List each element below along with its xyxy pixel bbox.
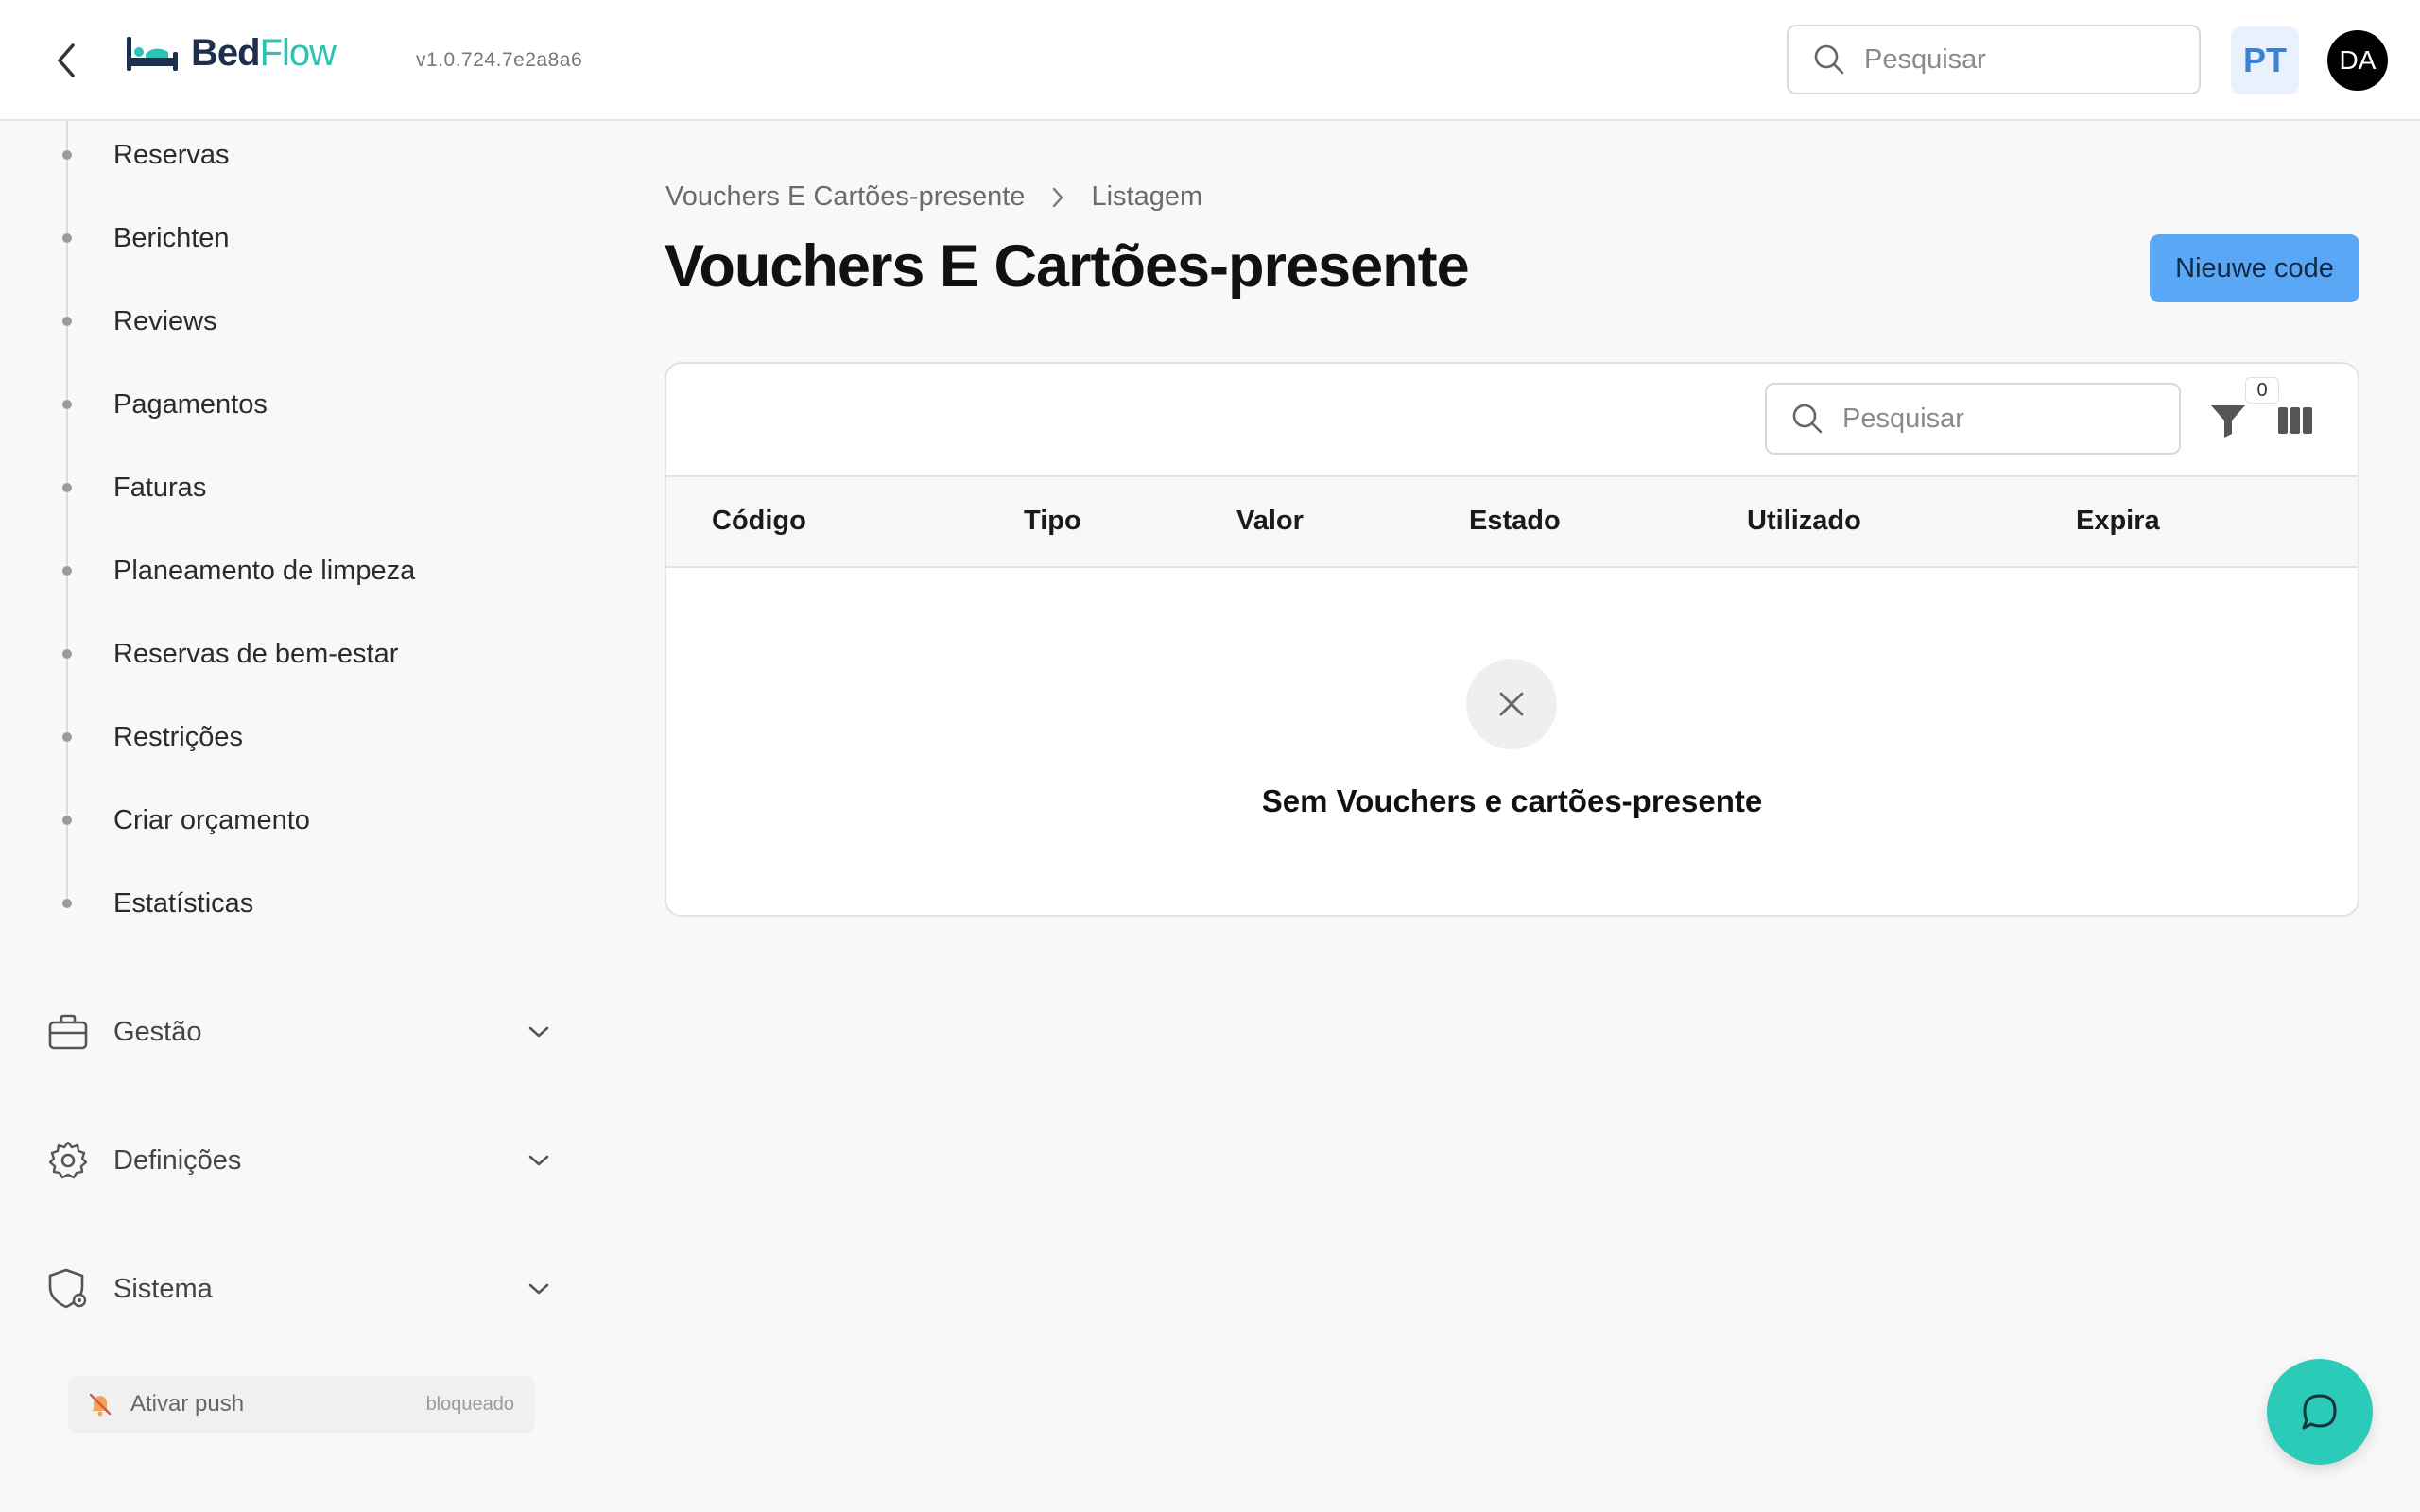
bullet [62,317,72,326]
new-code-button[interactable]: Nieuwe code [2150,234,2360,302]
sidebar-item-faturas[interactable]: Faturas [0,459,529,516]
sidebar-group-label: Gestão [113,1016,202,1047]
sidebar-item-label: Reservas de bem-estar [113,638,399,669]
bullet [62,816,72,825]
back-button[interactable] [45,38,87,83]
chevron-down-icon [526,1276,552,1302]
sidebar-item-label: Berichten [113,222,230,253]
sidebar-item-label: Planeamento de limpeza [113,555,416,586]
empty-state-icon [1466,659,1557,749]
sidebar-item-label: Restrições [113,721,243,752]
breadcrumb: Vouchers E Cartões-presente Listagem [666,181,1202,213]
gear-icon [45,1138,91,1183]
sidebar-group-definicoes[interactable]: Definições [45,1126,556,1194]
column-header-valor[interactable]: Valor [1236,506,1304,537]
filter-icon[interactable] [2207,400,2249,441]
bullet [62,566,72,576]
enable-push-button[interactable]: Ativar push bloqueado [68,1376,535,1433]
column-header-codigo[interactable]: Código [712,506,806,537]
sidebar: Reservas Berichten Reviews Pagamentos Fa… [0,121,605,1512]
sidebar-item-label: Criar orçamento [113,804,310,835]
sidebar-group-gestao[interactable]: Gestão [45,998,556,1066]
chevron-left-icon [58,43,75,77]
bullet [62,483,72,492]
bed-logo-icon [127,36,178,71]
sidebar-item-restricoes[interactable]: Restrições [0,709,529,765]
bullet [62,732,72,742]
briefcase-icon [45,1009,91,1055]
sidebar-item-reservas-bem-estar[interactable]: Reservas de bem-estar [0,626,529,682]
sidebar-item-criar-orcamento[interactable]: Criar orçamento [0,792,529,849]
sidebar-item-reservas[interactable]: Reservas [0,127,529,183]
sidebar-group-label: Definições [113,1144,242,1176]
push-label: Ativar push [130,1391,245,1417]
bullet [62,400,72,409]
sidebar-group-sistema[interactable]: Sistema [45,1255,556,1323]
bedflow-logo[interactable]: BedFlow [125,32,337,75]
sidebar-item-berichten[interactable]: Berichten [0,210,529,266]
chat-bubble-icon [2302,1394,2337,1430]
table-search-input[interactable] [1841,402,2147,436]
search-icon [1792,404,1823,434]
global-search[interactable] [1787,25,2201,94]
sidebar-group-label: Sistema [113,1273,213,1304]
top-bar: BedFlow v1.0.724.7e2a8a6 PT DA [0,0,2420,121]
sidebar-item-estatisticas[interactable]: Estatísticas [0,875,529,932]
bell-off-icon [89,1393,112,1417]
table-header: Código Tipo Valor Estado Utilizado Expir… [666,475,2358,568]
bullet [62,899,72,908]
sidebar-item-reviews[interactable]: Reviews [0,293,529,350]
chevron-right-icon [1053,187,1063,207]
bullet [62,233,72,243]
vouchers-table-card: 0 Código Tipo Valor Estado Utilizado Exp… [665,362,2360,917]
filter-count-badge: 0 [2245,377,2279,404]
search-icon [1814,44,1844,75]
sidebar-item-label: Estatísticas [113,887,254,919]
sidebar-item-planeamento-limpeza[interactable]: Planeamento de limpeza [0,542,529,599]
page-title: Vouchers E Cartões-presente [665,233,1470,300]
table-search[interactable] [1765,383,2181,455]
sidebar-item-label: Faturas [113,472,207,503]
column-header-tipo[interactable]: Tipo [1024,506,1081,537]
columns-icon[interactable] [2276,402,2314,439]
sidebar-item-pagamentos[interactable]: Pagamentos [0,376,529,433]
close-icon [1499,692,1524,716]
chat-button[interactable] [2267,1359,2373,1465]
shield-gear-icon [45,1266,91,1312]
logo-text: BedFlow [191,32,337,74]
column-header-utilizado[interactable]: Utilizado [1747,506,1861,537]
bullet [62,150,72,160]
sidebar-item-label: Reservas [113,139,230,170]
chevron-down-icon [526,1019,552,1045]
empty-state-text: Sem Vouchers e cartões-presente [1261,783,1763,818]
column-header-estado[interactable]: Estado [1469,506,1561,537]
chevron-down-icon [526,1147,552,1174]
sidebar-item-label: Pagamentos [113,388,268,420]
language-selector[interactable]: PT [2231,26,2299,94]
breadcrumb-item-vouchers[interactable]: Vouchers E Cartões-presente [666,181,1025,213]
column-header-expira[interactable]: Expira [2076,506,2160,537]
user-avatar[interactable]: DA [2327,30,2388,91]
global-search-input[interactable] [1862,43,2169,77]
sidebar-item-label: Reviews [113,305,217,336]
push-state: bloqueado [425,1393,514,1415]
app-version: v1.0.724.7e2a8a6 [416,49,583,71]
breadcrumb-item-listagem: Listagem [1091,181,1203,212]
bullet [62,649,72,659]
